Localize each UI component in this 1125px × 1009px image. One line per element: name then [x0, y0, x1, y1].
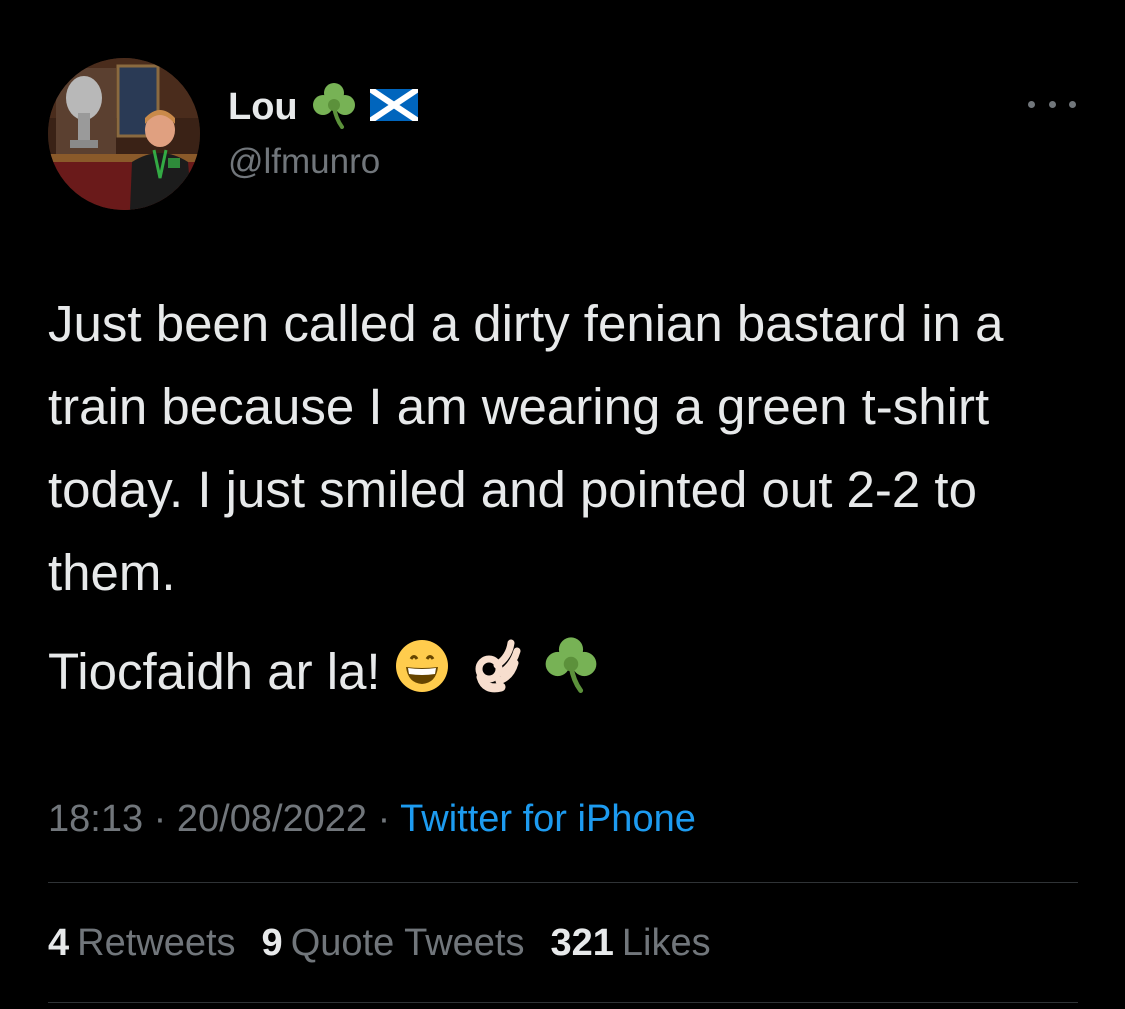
shamrock-icon — [543, 634, 599, 717]
likes-label: Likes — [621, 922, 711, 964]
tweet-date[interactable]: 20/08/2022 — [177, 798, 367, 840]
author-handle[interactable]: @lfmunro — [228, 140, 380, 184]
tweet-paragraph: Tiocfaidh ar la! — [48, 643, 381, 700]
engagement-stats: 4 Retweets 9 Quote Tweets 321 Likes — [48, 918, 711, 968]
meta-separator: · — [143, 798, 177, 840]
tweet-meta: 18:13 · 20/08/2022 · Twitter for iPhone — [48, 794, 696, 844]
more-dot-icon — [1048, 100, 1056, 108]
quote-tweets-count: 9 — [261, 922, 283, 964]
likes-stat[interactable]: 321 Likes — [550, 918, 710, 968]
divider — [48, 1002, 1078, 1003]
divider — [48, 882, 1078, 883]
more-options-button[interactable] — [1028, 92, 1076, 116]
tweet-paragraph: Just been called a dirty fenian bastard … — [48, 295, 1004, 601]
quote-tweets-label: Quote Tweets — [290, 922, 525, 964]
tweet-time[interactable]: 18:13 — [48, 798, 143, 840]
avatar[interactable] — [48, 58, 200, 210]
ok-hand-icon — [471, 634, 521, 717]
shamrock-icon — [312, 81, 356, 134]
tweet-emojis — [395, 634, 599, 717]
quote-tweets-stat[interactable]: 9 Quote Tweets — [262, 918, 525, 968]
retweets-label: Retweets — [77, 922, 236, 964]
likes-count: 321 — [550, 922, 614, 964]
tweet-text: Just been called a dirty fenian bastard … — [48, 282, 1088, 717]
more-dot-icon — [1028, 100, 1035, 108]
retweets-count: 4 — [48, 922, 70, 964]
author-name-row[interactable]: Lou — [228, 81, 420, 134]
meta-separator: · — [367, 798, 401, 840]
scotland-flag-icon — [367, 86, 420, 126]
retweets-stat[interactable]: 4 Retweets — [48, 918, 236, 968]
avatar-photo — [48, 58, 200, 210]
more-dot-icon — [1069, 100, 1076, 108]
tweet-paragraph-with-emojis: Tiocfaidh ar la! — [48, 630, 1088, 717]
grinning-face-icon — [395, 634, 449, 717]
author-display-name[interactable]: Lou — [228, 82, 298, 132]
tweet-source-link[interactable]: Twitter for iPhone — [400, 798, 696, 840]
